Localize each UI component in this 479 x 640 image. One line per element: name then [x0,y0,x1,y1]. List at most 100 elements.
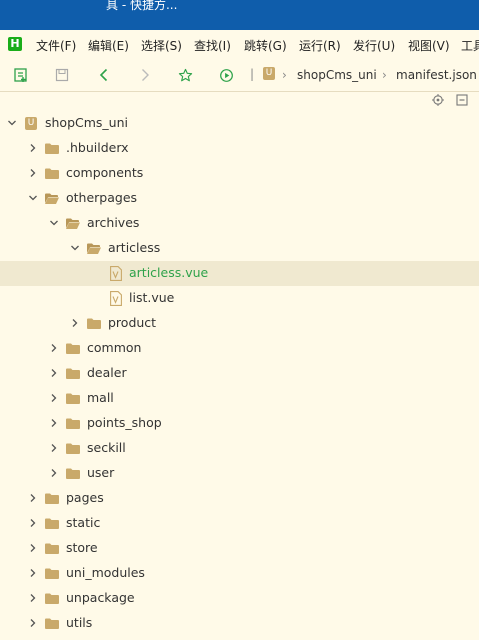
run-icon[interactable] [216,60,236,90]
chevron-right-icon[interactable] [27,142,39,154]
menu-goto[interactable]: 跳转(G) [244,37,287,54]
tree-item-label: dealer [87,365,127,380]
tree-item-label: list.vue [129,290,175,305]
tree-item-label: otherpages [66,190,138,205]
tree-item-pages[interactable]: pages [0,486,479,511]
tree-item-label: shopCms_uni [45,115,129,130]
tree-item-list-vue[interactable]: list.vue [0,286,479,311]
chevron-right-icon[interactable] [27,567,39,579]
folder-icon [45,568,59,579]
folder-icon [66,418,80,429]
tree-item-label: seckill [87,440,126,455]
chevron-right-icon[interactable] [27,542,39,554]
chevron-right-icon[interactable] [48,367,60,379]
tree-item-label: store [66,540,98,555]
chevron-right-icon[interactable] [48,342,60,354]
back-icon[interactable] [94,60,114,90]
project-panel-header [0,92,479,110]
tree-item-archives[interactable]: archives [0,211,479,236]
folder-icon [45,518,59,529]
tree-item-utils[interactable]: utils [0,611,479,636]
chevron-right-icon[interactable] [27,492,39,504]
project-icon: U [25,117,37,130]
tree-item-label: archives [87,215,140,230]
tree-item-seckill[interactable]: seckill [0,436,479,461]
folder-open-icon [87,243,101,254]
folder-open-icon [66,218,80,229]
hbuilderx-logo-icon: H [8,37,22,51]
new-file-icon[interactable] [10,60,32,90]
tree-item-label: mall [87,390,114,405]
tree-item-label: static [66,515,101,530]
folder-open-icon [45,193,59,204]
tree-item-dealer[interactable]: dealer [0,361,479,386]
tree-item-label: user [87,465,115,480]
chevron-right-icon[interactable] [48,417,60,429]
tree-item-product[interactable]: product [0,311,479,336]
tree-item-common[interactable]: common [0,336,479,361]
chevron-right-icon[interactable] [48,442,60,454]
menu-run[interactable]: 运行(R) [299,37,341,54]
chevron-right-icon[interactable] [27,517,39,529]
tree-item-label: components [66,165,144,180]
tree-item-user[interactable]: user [0,461,479,486]
folder-icon [66,343,80,354]
window-title: 具 - 快捷方... [106,0,178,12]
forward-icon[interactable] [135,60,155,90]
favorite-star-icon[interactable] [175,60,195,90]
menu-select[interactable]: 选择(S) [141,37,182,54]
folder-icon [66,443,80,454]
chevron-right-icon[interactable] [27,167,39,179]
breadcrumb-project[interactable]: shopCms_uni [297,68,377,82]
chevron-right-icon[interactable] [48,392,60,404]
tree-item-components[interactable]: components [0,161,479,186]
chevron-down-icon[interactable] [69,242,81,254]
chevron-right-icon[interactable] [27,592,39,604]
folder-icon [45,493,59,504]
folder-icon [87,318,101,329]
tree-item-label: points_shop [87,415,162,430]
folder-icon [45,143,59,154]
tree-item-label: common [87,340,142,355]
menu-publish[interactable]: 发行(U) [353,37,395,54]
collapse-all-icon[interactable] [455,92,469,108]
tree-item-unpackage[interactable]: unpackage [0,586,479,611]
menu-find[interactable]: 查找(I) [194,37,231,54]
folder-icon [45,593,59,604]
menu-tools[interactable]: 工具 [461,37,479,54]
chevron-right-icon[interactable] [48,467,60,479]
tree-item-hbuilderx[interactable]: .hbuilderx [0,136,479,161]
tree-item-articless-vue[interactable]: articless.vue [0,261,479,286]
tree-item-articless-folder[interactable]: articless [0,236,479,261]
locate-file-icon[interactable] [431,92,445,108]
chevron-right-icon[interactable] [27,617,39,629]
tree-item-mall[interactable]: mall [0,386,479,411]
chevron-down-icon[interactable] [48,217,60,229]
menu-edit[interactable]: 编辑(E) [88,37,129,54]
tree-item-static[interactable]: static [0,511,479,536]
tree-item-label: pages [66,490,104,505]
tree-item-label: unpackage [66,590,135,605]
tree-item-label: product [108,315,157,330]
tree-item-label: articless.vue [129,265,209,280]
tree-item-points-shop[interactable]: points_shop [0,411,479,436]
vue-file-icon [110,291,122,306]
tree-item-shopcms-uni[interactable]: U shopCms_uni [0,111,479,136]
breadcrumb-file[interactable]: manifest.json [396,68,477,82]
toolbar-divider: | [250,67,255,81]
save-icon[interactable] [52,60,72,90]
folder-icon [66,468,80,479]
tree-item-store[interactable]: store [0,536,479,561]
chevron-right-icon[interactable] [69,317,81,329]
tree-item-uni-modules[interactable]: uni_modules [0,561,479,586]
window-titlebar: 具 - 快捷方... [0,0,479,30]
folder-icon [45,618,59,629]
chevron-down-icon[interactable] [6,117,18,129]
tree-item-otherpages[interactable]: otherpages [0,186,479,211]
folder-icon [66,368,80,379]
menu-file[interactable]: 文件(F) [36,37,76,54]
project-badge-icon: U [263,67,275,80]
folder-icon [45,543,59,554]
chevron-down-icon[interactable] [27,192,39,204]
menu-view[interactable]: 视图(V) [408,37,450,54]
